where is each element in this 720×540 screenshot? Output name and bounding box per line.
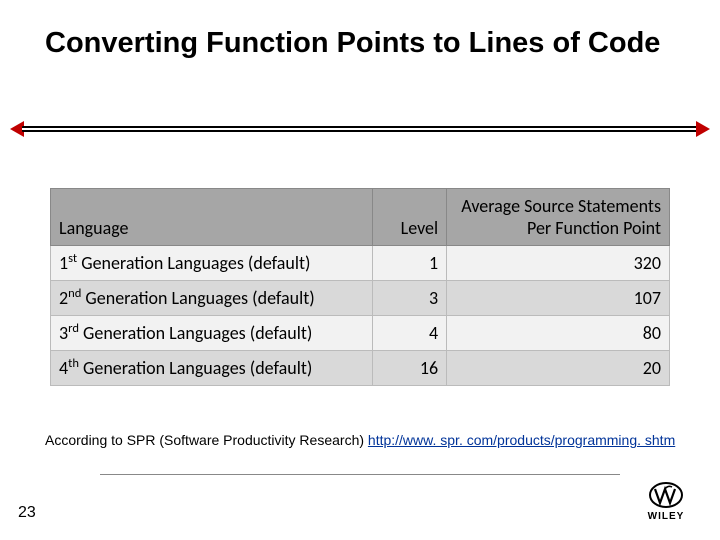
slide: Converting Function Points to Lines of C…: [0, 0, 720, 540]
footer-divider: [100, 474, 620, 475]
divider-arrow: [10, 117, 710, 141]
cell-language: 3rd Generation Languages (default): [51, 316, 373, 351]
arrow-right-icon: [696, 121, 710, 137]
cell-avg: 20: [447, 351, 670, 386]
page-number: 23: [18, 504, 36, 522]
slide-title: Converting Function Points to Lines of C…: [45, 25, 680, 61]
col-level: Level: [372, 189, 446, 246]
col-avg: Average Source Statements Per Function P…: [447, 189, 670, 246]
conversion-table: Language Level Average Source Statements…: [50, 188, 670, 386]
source-prefix: According to SPR (Software Productivity …: [45, 432, 368, 448]
col-language: Language: [51, 189, 373, 246]
wiley-wordmark: WILEY: [648, 511, 685, 522]
source-note: According to SPR (Software Productivity …: [45, 432, 690, 448]
cell-language: 4th Generation Languages (default): [51, 351, 373, 386]
table-header-row: Language Level Average Source Statements…: [51, 189, 670, 246]
cell-avg: 107: [447, 281, 670, 316]
table-row: 3rd Generation Languages (default) 4 80: [51, 316, 670, 351]
cell-avg: 320: [447, 246, 670, 281]
cell-avg: 80: [447, 316, 670, 351]
cell-language: 1st Generation Languages (default): [51, 246, 373, 281]
wiley-mark-icon: [648, 481, 684, 509]
table-row: 4th Generation Languages (default) 16 20: [51, 351, 670, 386]
table-row: 2nd Generation Languages (default) 3 107: [51, 281, 670, 316]
table-row: 1st Generation Languages (default) 1 320: [51, 246, 670, 281]
source-link[interactable]: http://www. spr. com/products/programmin…: [368, 432, 675, 448]
cell-language: 2nd Generation Languages (default): [51, 281, 373, 316]
cell-level: 3: [372, 281, 446, 316]
divider-bar: [22, 126, 698, 132]
wiley-logo: WILEY: [636, 474, 696, 528]
cell-level: 1: [372, 246, 446, 281]
cell-level: 4: [372, 316, 446, 351]
cell-level: 16: [372, 351, 446, 386]
